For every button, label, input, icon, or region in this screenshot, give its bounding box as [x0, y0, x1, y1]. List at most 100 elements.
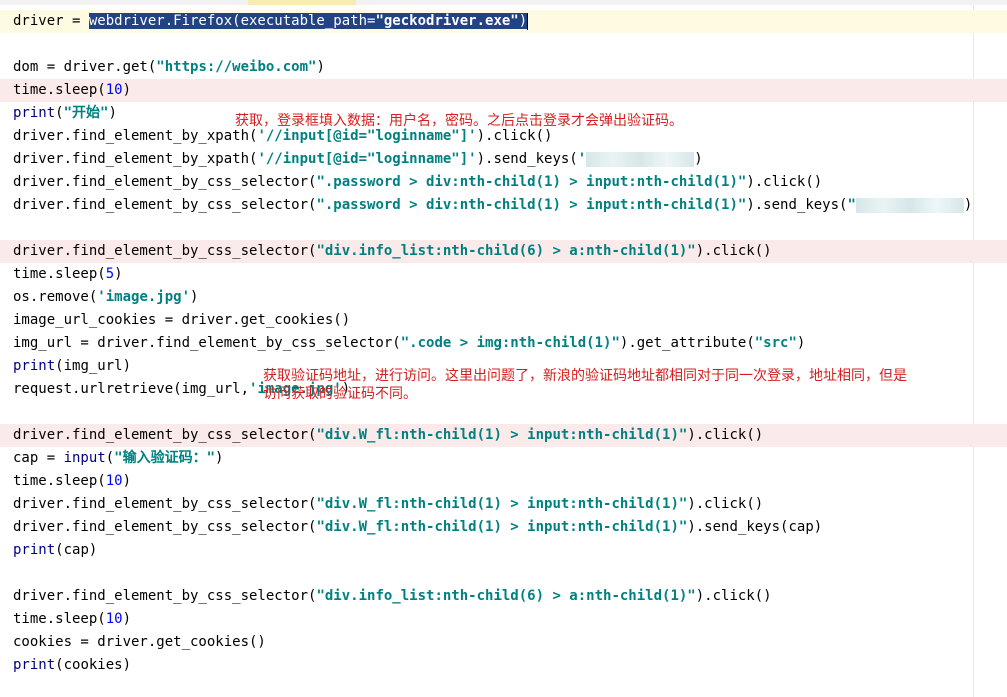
- annotation-captcha-line-1: 获取验证码地址，进行访问。这里出问题了，新浪的验证码地址都相同对于同一次登录，地…: [263, 368, 907, 384]
- code-text: webdriver.Firefox(executable_path=: [88, 13, 376, 29]
- code-line-9[interactable]: driver.find_element_by_css_selector(".pa…: [0, 194, 1007, 217]
- string-literal: "div.W_fl:nth-child(1) > input:nth-child…: [316, 427, 688, 443]
- code-text: ): [190, 289, 199, 305]
- code-text: time.sleep(: [13, 82, 106, 98]
- code-text: driver.find_element_by_xpath(: [13, 128, 258, 144]
- string-literal: ".password > div:nth-child(1) > input:nt…: [316, 197, 747, 213]
- number-literal: 10: [105, 611, 123, 627]
- code-text: driver.find_element_by_css_selector(: [13, 243, 317, 259]
- code-line-11[interactable]: driver.find_element_by_css_selector("div…: [0, 240, 1007, 263]
- code-text: ).click(): [695, 588, 772, 604]
- code-text: os.remove(: [13, 289, 98, 305]
- redacted-password: [855, 197, 964, 213]
- code-text: time.sleep(: [13, 611, 106, 627]
- code-text: time.sleep(: [13, 266, 106, 282]
- code-line-8[interactable]: driver.find_element_by_css_selector(".pa…: [0, 171, 1007, 194]
- string-literal: "div.W_fl:nth-child(1) > input:nth-child…: [316, 496, 688, 512]
- redacted-username: [586, 151, 695, 167]
- string-literal: '//input[@id="loginname"]': [257, 151, 477, 167]
- code-line-15[interactable]: img_url = driver.find_element_by_css_sel…: [0, 332, 1007, 355]
- code-line-12[interactable]: time.sleep(5): [0, 263, 1007, 286]
- string-literal: "https://weibo.com": [156, 59, 317, 75]
- code-line-28[interactable]: cookies = driver.get_cookies(): [0, 631, 1007, 654]
- code-line-19[interactable]: driver.find_element_by_css_selector("div…: [0, 424, 1007, 447]
- code-text: driver.find_element_by_css_selector(: [13, 519, 317, 535]
- code-line-1[interactable]: driver = webdriver.Firefox(executable_pa…: [0, 10, 1007, 33]
- code-text: ): [215, 450, 224, 466]
- code-text: ): [963, 197, 973, 213]
- code-line-13[interactable]: os.remove('image.jpg'): [0, 286, 1007, 309]
- code-line-21[interactable]: time.sleep(10): [0, 470, 1007, 493]
- code-text: ).click(): [746, 174, 823, 190]
- string-literal: "div.info_list:nth-child(6) > a:nth-chil…: [316, 588, 696, 604]
- string-literal: "div.W_fl:nth-child(1) > input:nth-child…: [316, 519, 688, 535]
- builtin-function: print: [13, 542, 56, 558]
- code-line-23[interactable]: driver.find_element_by_css_selector("div…: [0, 516, 1007, 539]
- number-literal: 10: [105, 82, 123, 98]
- code-text: ).click(): [687, 496, 764, 512]
- string-literal: ": [847, 197, 856, 213]
- code-text: ): [122, 611, 132, 627]
- code-line-14[interactable]: image_url_cookies = driver.get_cookies(): [0, 309, 1007, 332]
- code-line-27[interactable]: time.sleep(10): [0, 608, 1007, 631]
- code-text: img_url = driver.find_element_by_css_sel…: [13, 335, 401, 351]
- string-literal: ': [577, 151, 587, 167]
- code-text: ): [122, 473, 132, 489]
- code-text: ): [108, 105, 117, 121]
- code-text: (cap): [55, 542, 98, 558]
- code-text: ): [114, 266, 123, 282]
- code-line-26[interactable]: driver.find_element_by_css_selector("div…: [0, 585, 1007, 608]
- code-text: ).get_attribute(: [619, 335, 755, 351]
- code-text: cap =: [13, 450, 64, 466]
- code-text: ): [694, 151, 703, 167]
- code-text: (img_url): [55, 358, 132, 374]
- string-literal: "开始": [63, 105, 109, 121]
- code-text: image_url_cookies = driver.get_cookies(): [13, 312, 351, 328]
- code-text: ).click(): [687, 427, 764, 443]
- code-text: ): [316, 59, 325, 75]
- string-literal: 'image.jpg': [97, 289, 191, 305]
- editor-tab-strip: [0, 0, 1007, 5]
- code-line-24[interactable]: print(cap): [0, 539, 1007, 562]
- active-tab-indicator[interactable]: [248, 0, 356, 5]
- text-caret: [527, 12, 529, 30]
- string-literal: '//input[@id="loginname"]': [257, 128, 477, 144]
- code-line-7[interactable]: driver.find_element_by_xpath('//input[@i…: [0, 148, 1007, 171]
- code-line-29[interactable]: print(cookies): [0, 654, 1007, 677]
- string-literal: "div.info_list:nth-child(6) > a:nth-chil…: [316, 243, 696, 259]
- code-text: driver.find_element_by_css_selector(: [13, 197, 317, 213]
- code-text: ).click(): [695, 243, 772, 259]
- builtin-function: print: [13, 358, 56, 374]
- string-literal: "src": [754, 335, 797, 351]
- annotation-captcha-line-2: 访问获取的验证码不同。: [263, 386, 417, 402]
- code-line-4[interactable]: time.sleep(10): [0, 79, 1007, 102]
- string-literal: ".password > div:nth-child(1) > input:nt…: [316, 174, 747, 190]
- code-text: driver.find_element_by_css_selector(: [13, 174, 317, 190]
- code-line-20[interactable]: cap = input("输入验证码："): [0, 447, 1007, 470]
- code-text: driver.find_element_by_xpath(: [13, 151, 258, 167]
- annotation-login: 获取，登录框填入数据：用户名，密码。之后点击登录才会弹出验证码。: [235, 113, 683, 129]
- code-text: cookies = driver.get_cookies(): [13, 634, 266, 650]
- code-text: request.urlretrieve(img_url,: [13, 381, 250, 397]
- code-text: driver =: [13, 13, 89, 29]
- builtin-function: print: [13, 657, 56, 673]
- code-text: ): [518, 13, 528, 29]
- code-text: driver.find_element_by_css_selector(: [13, 427, 317, 443]
- code-text: driver.find_element_by_css_selector(: [13, 588, 317, 604]
- code-line-22[interactable]: driver.find_element_by_css_selector("div…: [0, 493, 1007, 516]
- code-text: (cookies): [55, 657, 132, 673]
- builtin-function: print: [13, 105, 56, 121]
- code-text: ).click(): [476, 128, 553, 144]
- code-line-3[interactable]: dom = driver.get("https://weibo.com"): [0, 56, 1007, 79]
- code-text: time.sleep(: [13, 473, 106, 489]
- code-text: ).send_keys(: [476, 151, 578, 167]
- code-text: ).send_keys(cap): [687, 519, 823, 535]
- builtin-function: input: [63, 450, 106, 466]
- code-text: driver.find_element_by_css_selector(: [13, 496, 317, 512]
- string-literal: ".code > img:nth-child(1)": [400, 335, 620, 351]
- string-literal: "geckodriver.exe": [375, 13, 519, 29]
- number-literal: 5: [105, 266, 115, 282]
- code-text: ).send_keys(: [746, 197, 848, 213]
- code-text: dom = driver.get(: [13, 59, 157, 75]
- code-text: (: [55, 105, 64, 121]
